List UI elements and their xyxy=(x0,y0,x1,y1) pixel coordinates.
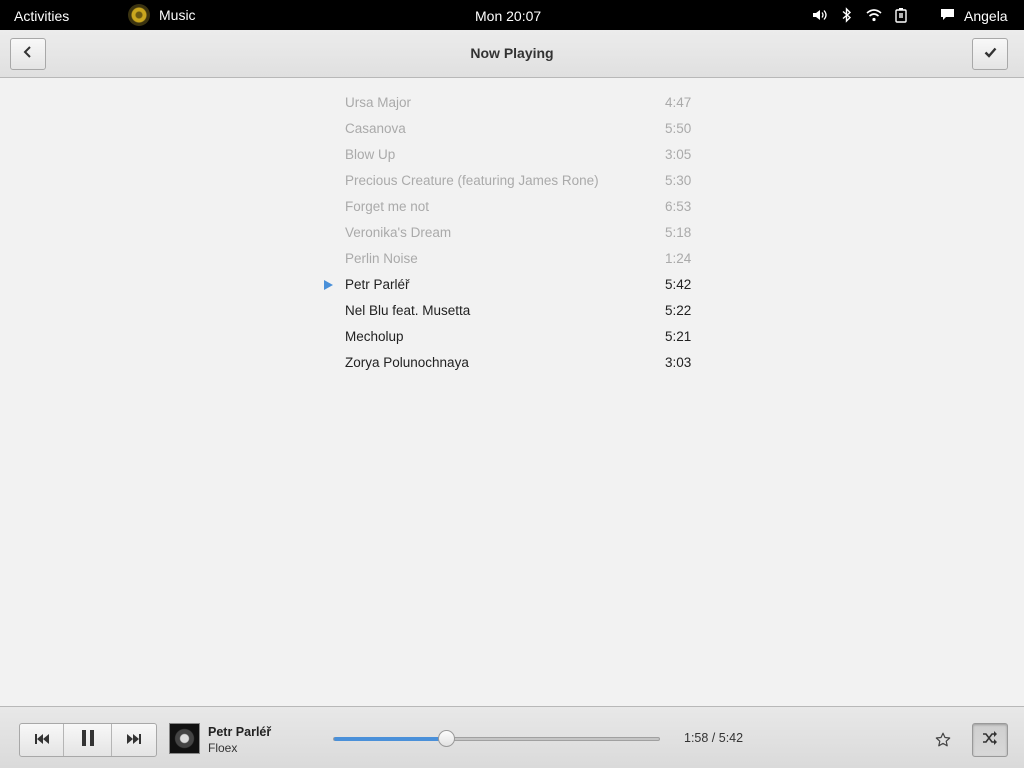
top-panel: Activities Music Mon 20:07 Angela xyxy=(0,0,1024,30)
now-playing-list: Ursa Major 4:47 Casanova 5:50 Blow Up 3:… xyxy=(320,90,710,376)
track-row[interactable]: Zorya Polunochnaya 3:03 xyxy=(320,350,710,376)
progress-fill xyxy=(334,737,447,741)
now-playing-artist: Floex xyxy=(208,741,238,755)
shuffle-icon xyxy=(982,730,998,750)
player-toolbar: Petr Parléř Floex 1:58 / 5:42 xyxy=(0,706,1024,768)
track-row[interactable]: Ursa Major 4:47 xyxy=(320,90,710,116)
previous-icon xyxy=(34,731,49,749)
pause-icon xyxy=(81,729,95,751)
checkmark-icon xyxy=(984,45,997,63)
bluetooth-icon xyxy=(838,6,855,23)
track-title: Perlin Noise xyxy=(345,251,418,266)
pause-button[interactable] xyxy=(64,724,112,756)
track-row[interactable]: Perlin Noise 1:24 xyxy=(320,246,710,272)
next-button[interactable] xyxy=(112,724,156,756)
playback-controls xyxy=(19,723,157,757)
track-duration: 1:24 xyxy=(665,251,692,266)
track-duration: 5:30 xyxy=(665,173,692,188)
track-row[interactable]: Forget me not 6:53 xyxy=(320,194,710,220)
track-row[interactable]: Casanova 5:50 xyxy=(320,116,710,142)
track-title: Petr Parléř xyxy=(345,277,410,292)
track-duration: 3:05 xyxy=(665,147,692,162)
track-title: Casanova xyxy=(345,121,406,136)
track-title: Veronika's Dream xyxy=(345,225,452,240)
status-area[interactable] xyxy=(811,6,909,23)
track-row-current[interactable]: Petr Parléř 5:42 xyxy=(320,272,710,298)
user-name: Angela xyxy=(964,8,1008,24)
user-menu[interactable]: Angela xyxy=(940,8,1008,24)
music-app-icon xyxy=(128,4,150,26)
activities-button[interactable]: Activities xyxy=(14,8,69,24)
battery-icon xyxy=(892,6,909,23)
progress-slider[interactable] xyxy=(333,730,660,747)
track-row[interactable]: Precious Creature (featuring James Rone)… xyxy=(320,168,710,194)
track-duration: 5:50 xyxy=(665,121,692,136)
track-duration: 5:42 xyxy=(665,277,692,292)
now-playing-title: Petr Parléř xyxy=(208,725,272,739)
done-button[interactable] xyxy=(972,38,1008,70)
volume-icon xyxy=(811,6,828,23)
track-row[interactable]: Blow Up 3:05 xyxy=(320,142,710,168)
wifi-icon xyxy=(865,6,882,23)
page-title: Now Playing xyxy=(470,45,554,61)
star-icon xyxy=(935,732,951,753)
track-duration: 6:53 xyxy=(665,199,692,214)
track-title: Forget me not xyxy=(345,199,430,214)
track-title: Nel Blu feat. Musetta xyxy=(345,303,471,318)
previous-button[interactable] xyxy=(20,724,64,756)
app-menu[interactable]: Music xyxy=(128,3,196,27)
track-duration: 5:21 xyxy=(665,329,692,344)
track-row[interactable]: Nel Blu feat. Musetta 5:22 xyxy=(320,298,710,324)
track-duration: 5:22 xyxy=(665,303,692,318)
track-duration: 4:47 xyxy=(665,95,692,110)
track-title: Ursa Major xyxy=(345,95,412,110)
track-title: Mecholup xyxy=(345,329,404,344)
track-title: Zorya Polunochnaya xyxy=(345,355,469,370)
header-bar: Now Playing xyxy=(0,30,1024,78)
track-duration: 3:03 xyxy=(665,355,692,370)
shuffle-toggle[interactable] xyxy=(972,723,1008,757)
track-title: Blow Up xyxy=(345,147,396,162)
progress-handle[interactable] xyxy=(438,730,456,747)
favorite-button[interactable] xyxy=(930,729,956,755)
time-display: 1:58 / 5:42 xyxy=(684,731,744,745)
track-title: Precious Creature (featuring James Rone) xyxy=(345,173,599,188)
chat-icon xyxy=(940,8,955,24)
album-art xyxy=(169,723,200,754)
track-duration: 5:18 xyxy=(665,225,692,240)
app-menu-label: Music xyxy=(159,7,196,23)
track-row[interactable]: Veronika's Dream 5:18 xyxy=(320,220,710,246)
now-playing-indicator-icon xyxy=(324,280,333,290)
clock[interactable]: Mon 20:07 xyxy=(475,8,541,24)
next-icon xyxy=(127,731,141,749)
track-row[interactable]: Mecholup 5:21 xyxy=(320,324,710,350)
